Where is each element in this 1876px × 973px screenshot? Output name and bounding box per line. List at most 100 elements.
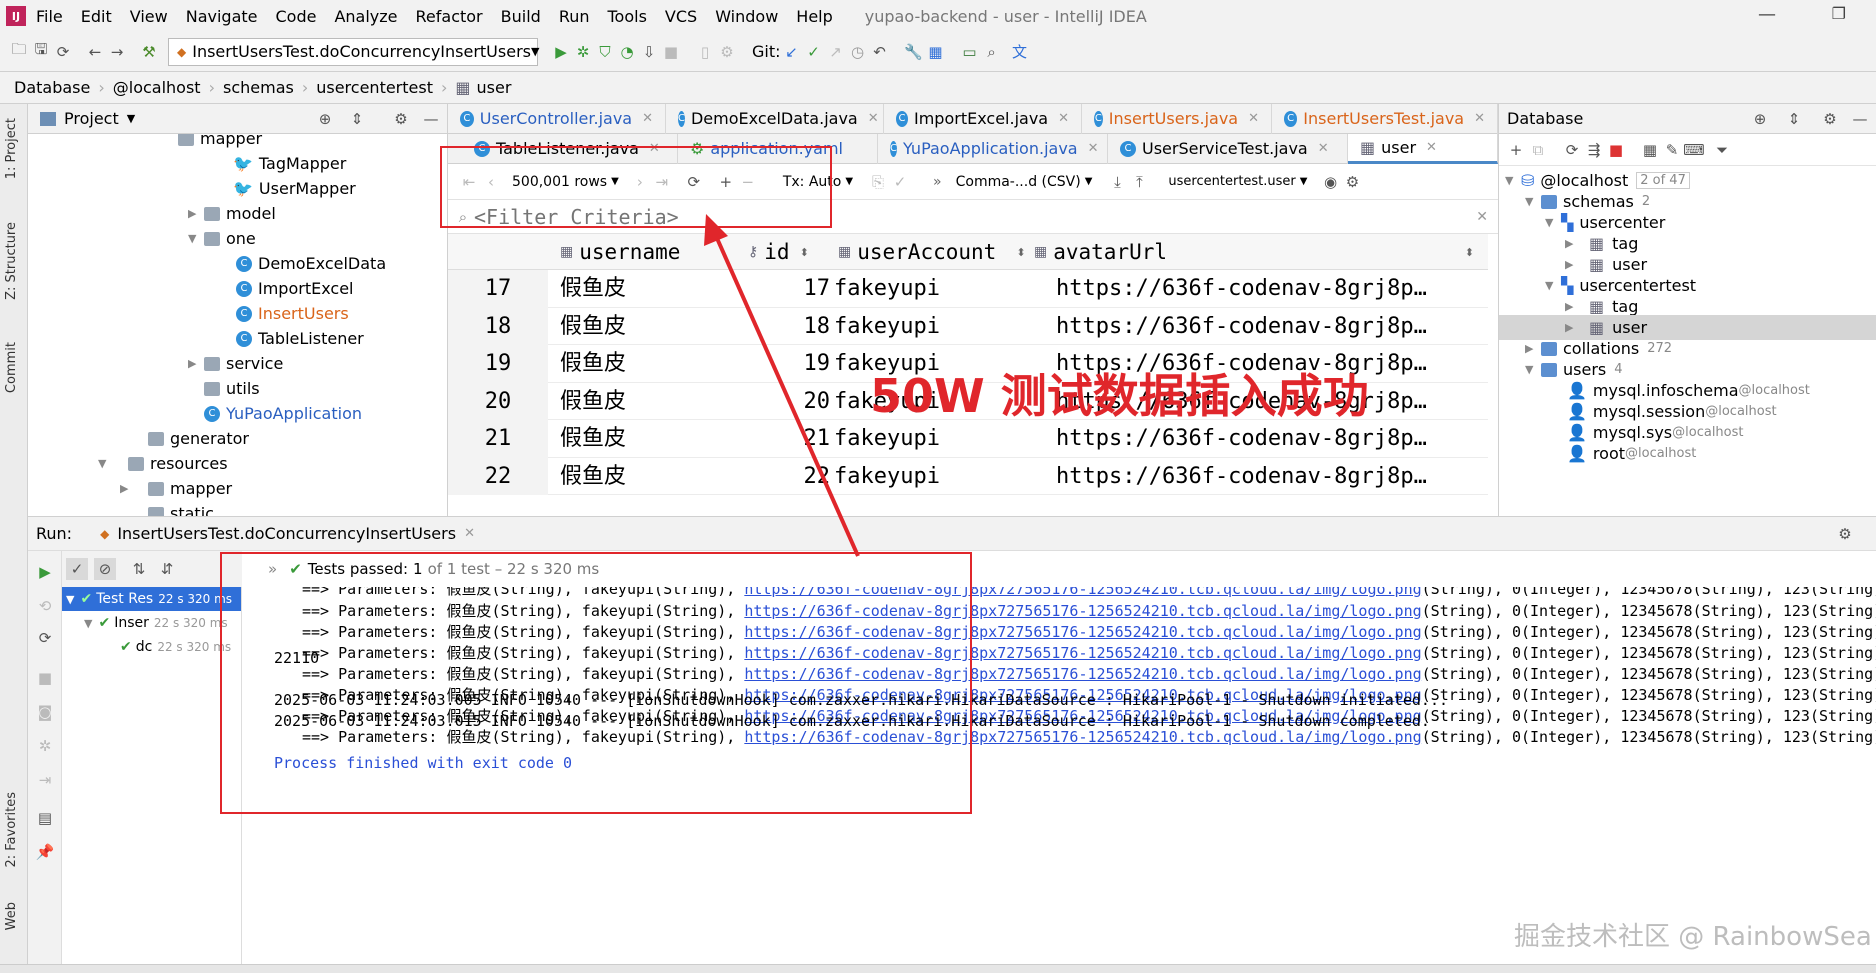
tree-item-utils[interactable]: utils: [204, 376, 260, 401]
schema-sync-icon[interactable]: ⇶: [1583, 139, 1605, 161]
menu-refactor[interactable]: Refactor: [416, 7, 483, 26]
exit-icon[interactable]: ⇥: [34, 769, 56, 791]
layout-icon[interactable]: ▤: [34, 807, 56, 829]
tree-item-generator[interactable]: generator: [148, 426, 249, 451]
build-hammer-icon[interactable]: ⚒: [138, 41, 160, 63]
test-tree-root[interactable]: ▼ ✔ Test Res 22 s 320 ms: [62, 587, 241, 611]
sort-icon[interactable]: ⬍: [1016, 246, 1025, 259]
gear-icon[interactable]: ⚙: [1834, 523, 1856, 545]
filter-criteria-input[interactable]: [474, 204, 1074, 229]
gear-icon[interactable]: ⚙: [1341, 171, 1363, 193]
run-tab-title[interactable]: InsertUsersTest.doConcurrencyInsertUsers: [117, 524, 456, 543]
git-update-icon[interactable]: ↙: [781, 41, 803, 63]
row-count-select[interactable]: 500,001 rows: [512, 174, 607, 190]
view-eye-icon[interactable]: ◉: [1319, 171, 1341, 193]
close-icon[interactable]: ✕: [1058, 111, 1069, 126]
row-number[interactable]: 17: [448, 270, 548, 308]
gear-icon[interactable]: ⚙: [1819, 108, 1841, 130]
param-link[interactable]: https://636f-codenav-8grj8px727565176-12…: [744, 665, 1421, 683]
cell-username[interactable]: 假鱼皮: [560, 308, 740, 346]
web-tool-tab[interactable]: Web: [4, 902, 19, 930]
menu-window[interactable]: Window: [715, 7, 778, 26]
table-editor-icon[interactable]: ▦: [1639, 139, 1661, 161]
restore-icon[interactable]: ❐: [1832, 4, 1846, 23]
tree-item-model[interactable]: ▶ model: [188, 201, 276, 226]
tab-insertusers[interactable]: C InsertUsers.java ✕: [1082, 103, 1272, 134]
profile-icon[interactable]: ◔: [616, 41, 638, 63]
tree-item-service[interactable]: ▶ service: [188, 351, 283, 376]
cell-username[interactable]: 假鱼皮: [560, 345, 740, 383]
next-page-icon[interactable]: ›: [629, 171, 651, 193]
tab-userservicetest[interactable]: C UserServiceTest.java ✕: [1108, 133, 1348, 164]
row-number[interactable]: 20: [448, 382, 548, 420]
db-item-user-root[interactable]: 👤 root @localhost: [1567, 441, 1696, 466]
git-rollback-icon[interactable]: ↶: [869, 41, 891, 63]
row-number[interactable]: 19: [448, 345, 548, 383]
param-link[interactable]: https://636f-codenav-8grj8px727565176-12…: [744, 602, 1421, 620]
delete-row-icon[interactable]: −: [737, 171, 759, 193]
tree-item-usermapper[interactable]: 🐦 UserMapper: [233, 176, 356, 201]
sync-icon[interactable]: ⟳: [52, 41, 74, 63]
menu-tools[interactable]: Tools: [608, 7, 647, 26]
tab-demoexceldata[interactable]: C DemoExcelData.java ✕: [666, 103, 884, 134]
menu-file[interactable]: File: [36, 7, 63, 26]
close-icon[interactable]: ✕: [1474, 111, 1485, 126]
collapse-all-icon[interactable]: ⇕: [346, 108, 368, 130]
test-tree-class[interactable]: ▼ ✔ Inser 22 s 320 ms: [62, 611, 241, 635]
search-icon[interactable]: ⌕: [981, 41, 1003, 63]
tree-item-res-mapper[interactable]: ▶ mapper: [120, 476, 232, 501]
last-page-icon[interactable]: ⇥: [651, 171, 673, 193]
download-icon[interactable]: ⤓: [1106, 171, 1128, 193]
stop-icon[interactable]: ■: [660, 41, 682, 63]
add-row-icon[interactable]: +: [715, 171, 737, 193]
attach-icon[interactable]: ⇩: [638, 41, 660, 63]
minimize-icon[interactable]: —: [1758, 4, 1776, 25]
cell-id[interactable]: 17: [740, 270, 831, 308]
tab-usercontroller[interactable]: C UserController.java ✕: [448, 103, 666, 134]
back-icon[interactable]: ←: [84, 41, 106, 63]
tab-insertuserstest[interactable]: C InsertUsersTest.java ✕: [1272, 103, 1498, 134]
close-icon[interactable]: ✕: [649, 141, 660, 156]
close-icon[interactable]: ✕: [642, 111, 653, 126]
close-icon[interactable]: ✕: [868, 111, 879, 126]
param-link[interactable]: https://636f-codenav-8grj8px727565176-12…: [744, 587, 1421, 598]
table-row[interactable]: 17 假鱼皮 17 fakeyupi https://636f-codenav-8grj…: [448, 270, 1488, 308]
tree-item-demoexceldata[interactable]: C DemoExcelData: [236, 251, 386, 276]
commit-tx-icon[interactable]: ⎘: [867, 171, 889, 193]
hide-icon[interactable]: —: [420, 108, 442, 130]
locate-icon[interactable]: ⊕: [314, 108, 336, 130]
sort-alpha-icon[interactable]: ⇅: [128, 558, 150, 580]
cell-useraccount[interactable]: fakeyupi: [834, 270, 1030, 308]
tree-item-one[interactable]: ▼ one: [188, 226, 256, 251]
menu-build[interactable]: Build: [501, 7, 541, 26]
save-icon[interactable]: 🖫: [30, 40, 52, 63]
tab-tablelistener[interactable]: C TableListener.java ✕: [448, 133, 678, 164]
dependencies-icon[interactable]: ⚙: [716, 41, 738, 63]
cell-username[interactable]: 假鱼皮: [560, 420, 740, 458]
project-panel-title[interactable]: Project: [64, 109, 119, 128]
menu-navigate[interactable]: Navigate: [186, 7, 258, 26]
cell-useraccount[interactable]: fakeyupi: [834, 308, 1030, 346]
close-icon[interactable]: ✕: [464, 526, 475, 541]
menu-edit[interactable]: Edit: [81, 7, 112, 26]
rerun-icon[interactable]: ▶: [34, 561, 56, 583]
column-username[interactable]: ▦ username: [560, 234, 680, 270]
device-icon[interactable]: ▯: [694, 41, 716, 63]
upload-icon[interactable]: ⤒: [1128, 171, 1150, 193]
export-format-select[interactable]: Comma-...d (CSV): [956, 174, 1081, 190]
structure-tool-tab[interactable]: Z: Structure: [4, 222, 19, 300]
project-structure-icon[interactable]: ▦: [925, 41, 947, 63]
sort-icon[interactable]: ⬍: [1465, 246, 1474, 259]
tree-item-mapper[interactable]: mapper: [178, 134, 262, 151]
cell-avatarurl[interactable]: https://636f-codenav-8grj8p…: [1056, 270, 1488, 308]
commit-check-icon[interactable]: ✓: [889, 171, 911, 193]
show-passed-icon[interactable]: ✓: [66, 558, 88, 580]
tx-mode-select[interactable]: Tx: Auto: [783, 174, 842, 190]
param-link[interactable]: https://636f-codenav-8grj8px727565176-12…: [744, 644, 1421, 662]
add-icon[interactable]: +: [1505, 139, 1527, 161]
tree-item-tablelistener[interactable]: C TableListener: [236, 326, 364, 351]
locate-icon[interactable]: ⊕: [1749, 108, 1771, 130]
menu-analyze[interactable]: Analyze: [334, 7, 397, 26]
row-number[interactable]: 22: [448, 457, 548, 495]
cell-username[interactable]: 假鱼皮: [560, 383, 740, 421]
